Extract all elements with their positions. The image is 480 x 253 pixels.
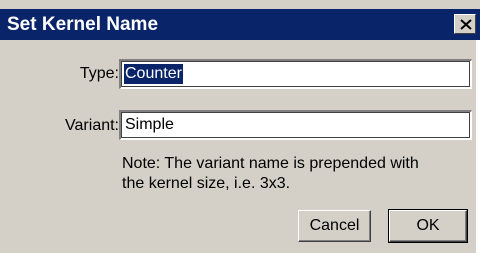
variant-label: Variant: (65, 117, 119, 134)
type-input[interactable]: Counter (119, 59, 472, 89)
note-text: Note: The variant name is prepended with… (122, 154, 478, 194)
set-kernel-name-dialog: Set Kernel Name Type: Counter Variant: S… (0, 0, 480, 253)
ok-button[interactable]: OK (388, 209, 468, 243)
dialog-title: Set Kernel Name (7, 14, 159, 35)
variant-input-value: Simple (125, 116, 174, 133)
close-button[interactable] (454, 14, 476, 34)
window-edge (476, 40, 480, 253)
type-input-value: Counter (124, 64, 183, 84)
close-icon (460, 19, 472, 30)
type-label: Type: (79, 65, 119, 82)
note-line-2: the kernel size, i.e. 3x3. (122, 175, 291, 192)
note-line-1: Note: The variant name is prepended with (122, 155, 419, 172)
variant-input[interactable]: Simple (119, 110, 472, 140)
cancel-button[interactable]: Cancel (298, 210, 371, 242)
title-bar[interactable]: Set Kernel Name (0, 9, 480, 40)
